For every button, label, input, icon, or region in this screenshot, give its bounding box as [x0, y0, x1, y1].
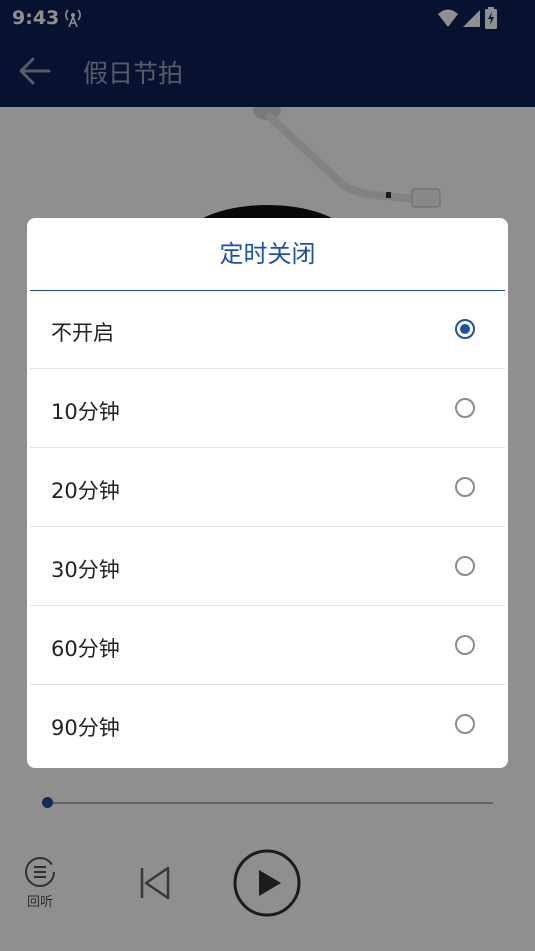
option-90-min[interactable]: 90分钟	[30, 686, 505, 764]
option-label: 20分钟	[51, 479, 120, 503]
radio-button[interactable]	[455, 319, 475, 339]
option-60-min[interactable]: 60分钟	[30, 607, 505, 685]
radio-button[interactable]	[455, 714, 475, 734]
dialog-title: 定时关闭	[219, 240, 316, 268]
option-10-min[interactable]: 10分钟	[30, 370, 505, 448]
radio-button[interactable]	[455, 477, 475, 497]
option-label: 90分钟	[51, 716, 120, 740]
option-off[interactable]: 不开启	[30, 291, 505, 369]
option-label: 30分钟	[51, 558, 120, 582]
radio-button[interactable]	[455, 556, 475, 576]
modal-scrim-top	[0, 0, 535, 107]
radio-button[interactable]	[455, 635, 475, 655]
option-30-min[interactable]: 30分钟	[30, 528, 505, 606]
option-label: 不开启	[51, 321, 114, 345]
option-label: 60分钟	[51, 637, 120, 661]
radio-button[interactable]	[455, 398, 475, 418]
option-20-min[interactable]: 20分钟	[30, 449, 505, 527]
option-label: 10分钟	[51, 400, 120, 424]
sleep-timer-dialog: 定时关闭 不开启 10分钟 20分钟 30分钟 60分钟 90分钟	[27, 218, 508, 768]
